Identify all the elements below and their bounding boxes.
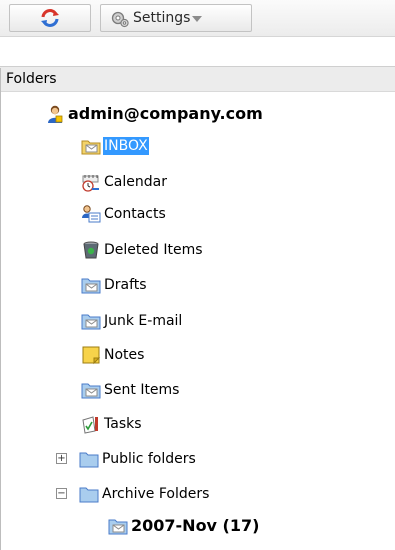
tree-item-junk-email[interactable]: Junk E-mail [81, 308, 183, 334]
folder-label: Contacts [104, 206, 166, 222]
tree-item-notes[interactable]: Notes [81, 342, 145, 368]
settings-button[interactable]: Settings [100, 4, 252, 32]
user-account-icon [48, 105, 63, 123]
expand-icon[interactable]: + [56, 453, 67, 464]
contacts-icon [82, 205, 101, 223]
panel-border [0, 68, 1, 550]
collapse-icon[interactable]: − [56, 488, 67, 499]
notes-icon [82, 346, 101, 365]
tree-item-public-folders[interactable]: Public folders [79, 446, 197, 472]
folder-label: Sent Items [104, 382, 180, 398]
folder-label: Tasks [104, 416, 142, 432]
refresh-button[interactable] [9, 4, 91, 32]
folder-label: Drafts [104, 277, 147, 293]
chevron-down-icon [192, 16, 203, 22]
inbox-folder-icon [81, 140, 101, 155]
folder-label: Calendar [104, 174, 167, 190]
folder-icon [81, 383, 101, 399]
gear-icon [111, 11, 129, 28]
refresh-icon [41, 9, 59, 27]
tree-account[interactable]: admin@company.com [45, 101, 264, 127]
settings-label: Settings [133, 10, 191, 26]
toolbar: Settings [0, 0, 395, 37]
tree-item-sent-items[interactable]: Sent Items [81, 377, 180, 403]
folder-label: Deleted Items [104, 242, 203, 258]
tree-item-inbox[interactable]: INBOX [81, 133, 149, 159]
folder-label: Junk E-mail [104, 313, 183, 329]
folders-header: Folders [0, 66, 395, 92]
folder-icon [108, 519, 128, 535]
folder-label: Archive Folders [102, 486, 210, 502]
calendar-icon [82, 175, 99, 192]
tree-item-tasks[interactable]: Tasks [81, 411, 143, 437]
folder-label: 2007-Nov (17) [131, 516, 260, 535]
folder-icon [79, 452, 99, 468]
tree-item-drafts[interactable]: Drafts [81, 272, 148, 298]
tree-item-calendar[interactable]: Calendar [81, 169, 168, 195]
account-label: admin@company.com [68, 104, 263, 123]
folder-label: Public folders [102, 451, 196, 467]
tasks-icon [82, 416, 98, 434]
tree-item-archive-2007-nov[interactable]: 2007-Nov (17) [108, 513, 260, 539]
folder-icon [81, 314, 101, 330]
tree-item-contacts[interactable]: Contacts [81, 201, 167, 227]
folder-label: Notes [104, 347, 145, 363]
tree-item-archive-folders[interactable]: Archive Folders [79, 481, 210, 507]
folder-icon [79, 487, 99, 503]
tree-item-deleted-items[interactable]: Deleted Items [81, 237, 204, 263]
folder-icon [81, 278, 101, 294]
folder-label: INBOX [103, 137, 149, 155]
trash-icon [83, 241, 99, 259]
